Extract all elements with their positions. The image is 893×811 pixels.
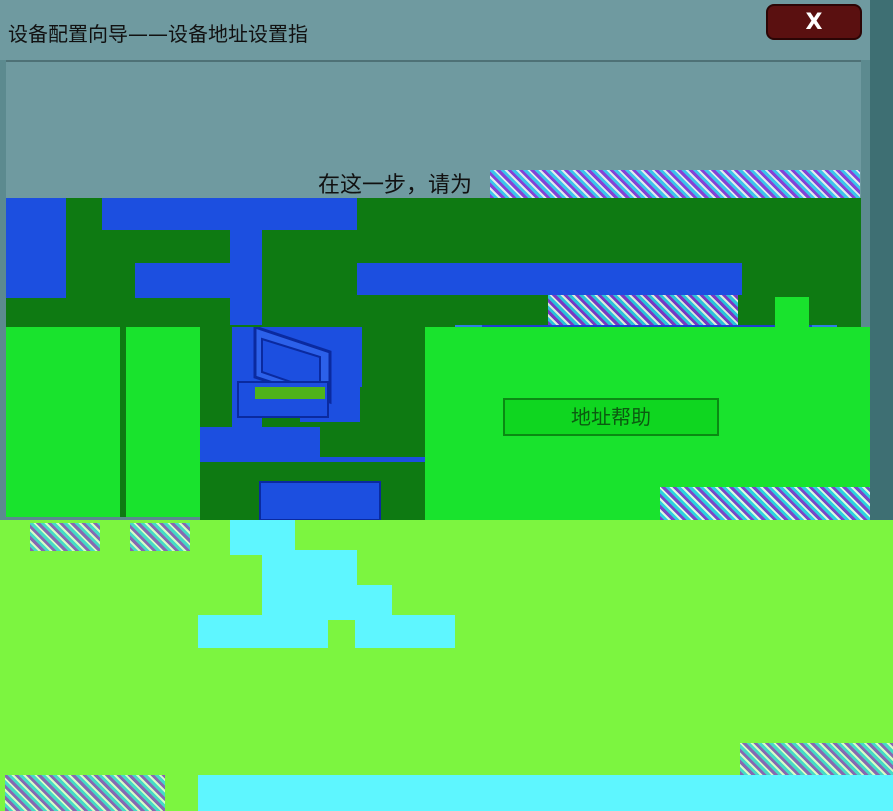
window-title: 设备配置向导——设备地址设置指 xyxy=(8,22,308,46)
close-icon: X xyxy=(805,10,823,35)
garbled-region xyxy=(660,487,870,520)
divider xyxy=(120,327,126,517)
address-help-button[interactable]: 地址帮助 xyxy=(503,398,719,436)
garbled-region xyxy=(130,523,190,551)
garbled-region xyxy=(5,775,165,811)
instruction-text: 在这一步，请为 xyxy=(318,173,473,198)
garbled-region xyxy=(548,295,738,325)
garbled-block xyxy=(6,198,66,298)
garbled-block xyxy=(198,615,328,648)
close-button[interactable]: X xyxy=(766,4,862,40)
garbled-block xyxy=(262,550,357,585)
left-panel xyxy=(6,327,201,517)
garbled-region xyxy=(490,170,860,198)
garbled-block xyxy=(357,263,742,295)
garbled-region xyxy=(30,523,100,551)
window-border xyxy=(870,0,893,520)
garbled-block xyxy=(102,198,357,230)
garbled-block xyxy=(355,615,455,648)
computer-device-icon xyxy=(200,327,425,520)
garbled-block xyxy=(775,297,809,327)
garbled-region xyxy=(740,743,893,775)
bottom-bar xyxy=(198,775,893,811)
garbled-block xyxy=(135,263,235,298)
